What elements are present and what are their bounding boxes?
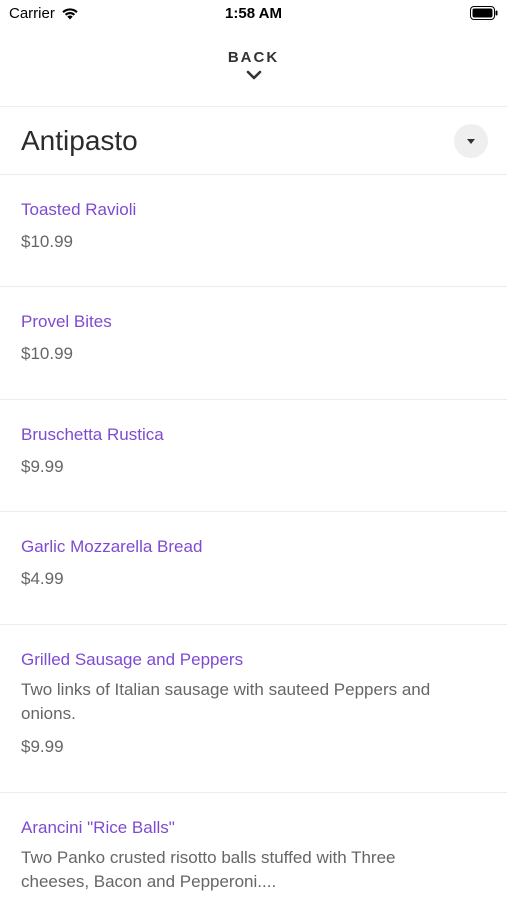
item-price: $4.99 <box>21 569 64 588</box>
category-title: Antipasto <box>21 125 138 156</box>
category-header: Antipasto <box>0 107 507 174</box>
item-name: Provel Bites <box>21 312 112 331</box>
item-price: $9.99 <box>21 737 64 756</box>
item-name: Toasted Ravioli <box>21 200 137 219</box>
menu-item[interactable]: Garlic Mozzarella Bread $4.99 <box>0 512 507 625</box>
menu-item[interactable]: Arancini "Rice Balls" Two Panko crusted … <box>0 793 507 913</box>
item-price: $10.99 <box>21 344 73 363</box>
status-bar: Carrier 1:58 AM <box>0 0 507 28</box>
menu-item[interactable]: Grilled Sausage and Peppers Two links of… <box>0 625 507 793</box>
item-name: Grilled Sausage and Peppers <box>21 650 244 669</box>
menu-list: Toasted Ravioli $10.99 Provel Bites $10.… <box>0 175 507 913</box>
menu-item[interactable]: Bruschetta Rustica $9.99 <box>0 400 507 512</box>
caret-down-icon <box>467 138 475 144</box>
item-name: Bruschetta Rustica <box>21 425 164 444</box>
battery-icon <box>470 6 498 25</box>
back-button[interactable]: BACK <box>0 40 507 106</box>
item-price: $9.99 <box>21 457 64 476</box>
menu-item[interactable]: Toasted Ravioli $10.99 <box>0 175 507 287</box>
item-price: $10.99 <box>21 232 73 251</box>
item-description: Two links of Italian sausage with sautee… <box>21 680 431 723</box>
item-name: Garlic Mozzarella Bread <box>21 537 203 556</box>
item-name: Arancini "Rice Balls" <box>21 818 175 837</box>
status-time: 1:58 AM <box>225 5 282 22</box>
item-description: Two Panko crusted risotto balls stuffed … <box>21 848 396 891</box>
chevron-down-icon <box>246 70 261 80</box>
category-dropdown-button[interactable] <box>454 124 488 158</box>
back-label: BACK <box>227 49 280 66</box>
menu-item[interactable]: Provel Bites $10.99 <box>0 287 507 400</box>
